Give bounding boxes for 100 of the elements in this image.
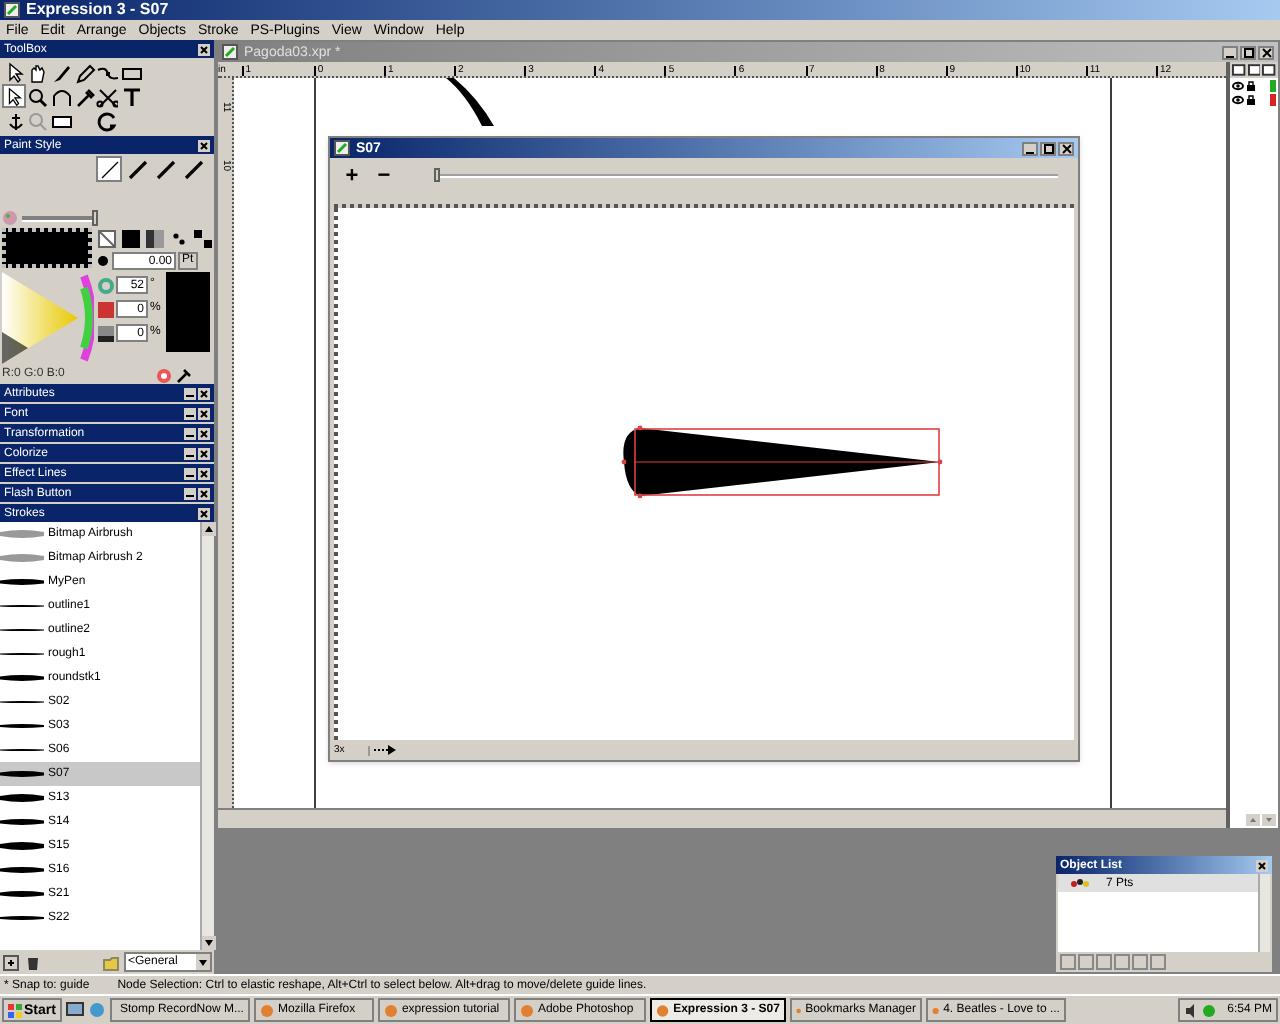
scroll-down-icon (202, 936, 216, 950)
close-button[interactable] (1058, 141, 1074, 155)
hand-icon (26, 61, 49, 83)
scissors-icon (96, 85, 119, 107)
eyedropper-icon (176, 367, 192, 383)
desktop-icon (65, 1002, 84, 1018)
checker-icon (193, 229, 211, 247)
app-icon (4, 2, 20, 18)
slider-thumb[interactable] (92, 209, 98, 225)
fill-swatch (2, 228, 92, 268)
layer-row[interactable] (1230, 78, 1278, 92)
dot-icon (96, 254, 110, 268)
scrollbar[interactable] (1258, 874, 1270, 952)
minimize-icon (184, 407, 196, 419)
zoom-out-button[interactable]: − (374, 165, 394, 187)
tool-button[interactable] (25, 60, 50, 84)
gradient-icon (145, 229, 163, 247)
tool-button[interactable] (48, 84, 73, 108)
arch-icon (49, 85, 72, 107)
anchor-icon (3, 109, 25, 131)
tool-button[interactable] (25, 84, 50, 108)
zoom-in-button[interactable]: + (342, 165, 362, 187)
stroke-preview-icon (0, 670, 44, 686)
close-icon (198, 139, 210, 151)
maximize-button[interactable] (1240, 45, 1256, 59)
close-icon (198, 487, 210, 499)
tool-button[interactable] (72, 60, 96, 84)
maximize-icon (1243, 47, 1253, 57)
speaker-icon (1183, 1003, 1198, 1017)
slider-thumb[interactable] (434, 168, 440, 182)
tool-button[interactable] (118, 84, 143, 108)
minimize-button[interactable] (1022, 141, 1038, 155)
stroke-preview-icon (0, 910, 44, 926)
brush-stroke (446, 78, 494, 126)
pattern-icon (169, 229, 187, 247)
fill-type-button[interactable] (120, 228, 140, 248)
stroke-preview-icon (0, 574, 44, 590)
stroke-preview-icon (0, 838, 44, 854)
app-icon (655, 1003, 670, 1017)
stroke-preview-icon (0, 766, 44, 782)
width-slider[interactable] (22, 215, 98, 221)
nodes-icon (1070, 876, 1090, 890)
hue-icon (98, 277, 114, 293)
app-icon (259, 1003, 274, 1017)
tray-icon (1201, 1003, 1216, 1017)
fill-type-button[interactable] (144, 228, 164, 248)
rotate-icon (96, 109, 119, 131)
tool-button[interactable] (95, 108, 120, 132)
tool-button[interactable] (2, 84, 26, 108)
arrow-right-icon (374, 744, 398, 756)
stroke-type-button[interactable] (180, 156, 206, 182)
minimize-icon (184, 387, 196, 399)
layer-row[interactable] (1230, 92, 1278, 106)
maximize-button[interactable] (1040, 141, 1056, 155)
brightness-icon (98, 325, 114, 341)
stroke-preview-icon (0, 886, 44, 902)
airbrush-icon (155, 159, 175, 179)
windows-logo-icon (8, 1003, 22, 1017)
app-icon (931, 1003, 940, 1017)
maximize-icon (1043, 143, 1053, 153)
stroke-preview-icon (0, 526, 44, 542)
close-icon (198, 407, 210, 419)
minimize-icon (184, 467, 196, 479)
stroke-type-button[interactable] (96, 156, 122, 182)
stroke-preview-icon (0, 862, 44, 878)
nib-icon (183, 159, 203, 179)
stroke-preview-icon (0, 718, 44, 734)
fill-type-button[interactable] (96, 228, 116, 248)
zoom-out-icon (26, 109, 49, 131)
pointer-icon (3, 61, 25, 83)
dropdown-arrow-icon (196, 954, 210, 970)
close-icon (198, 507, 210, 519)
color-preview (166, 272, 210, 352)
stroke-type-button[interactable] (152, 156, 178, 182)
close-button[interactable] (1258, 45, 1274, 59)
tool-button[interactable] (95, 84, 120, 108)
close-icon (198, 43, 210, 55)
line-stroke-icon (99, 159, 119, 179)
stroke-preview-icon (0, 550, 44, 566)
color-triangle-picker (2, 272, 94, 364)
stroke-preview-icon (0, 814, 44, 830)
stroke-type-button[interactable] (124, 156, 150, 182)
window-title: Expression 3 - S07 (26, 2, 169, 18)
app-icon (519, 1003, 534, 1017)
fill-type-button[interactable] (192, 228, 212, 248)
new-stroke-icon (2, 953, 20, 971)
close-icon (198, 427, 210, 439)
document-icon (334, 140, 350, 156)
solid-fill-icon (121, 229, 139, 247)
magnifier-icon (26, 85, 49, 107)
minimize-icon (184, 427, 196, 439)
close-icon (198, 447, 210, 459)
scrollbar[interactable] (200, 522, 214, 950)
fill-type-button[interactable] (168, 228, 188, 248)
tool-button[interactable] (72, 84, 96, 108)
minimize-icon (184, 447, 196, 459)
color-wheel-icon (156, 367, 172, 383)
text-tool-icon (119, 85, 142, 107)
minimize-button[interactable] (1222, 45, 1238, 59)
close-icon (1256, 859, 1268, 871)
